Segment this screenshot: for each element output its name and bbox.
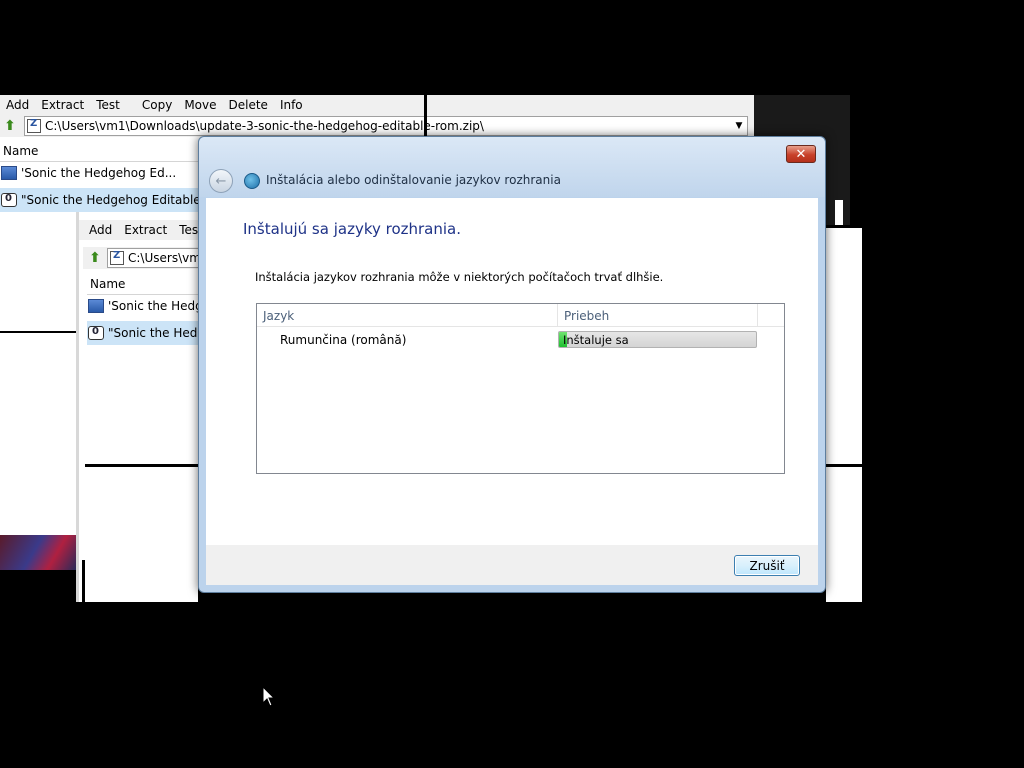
mouse-cursor-icon: [263, 687, 275, 707]
back-arrow-icon: ←: [215, 173, 227, 189]
list-header: Jazyk Priebeh: [257, 304, 784, 327]
install-progress-bar: Inštaluje sa: [558, 331, 757, 348]
close-button[interactable]: ✕: [786, 145, 816, 163]
background-window-panel: [826, 228, 862, 602]
menu-info[interactable]: Info: [274, 98, 309, 112]
up-arrow-icon[interactable]: ⬆: [87, 250, 103, 266]
file-row[interactable]: 'Sonic the Hedgehog Ed... 1: [0, 161, 200, 185]
back-button[interactable]: ←: [209, 169, 233, 193]
address-input[interactable]: C:\Users\vm1\Downloads\update-3-sonic-th…: [24, 116, 748, 136]
dialog-description: Inštalácia jazykov rozhrania môže v niek…: [255, 270, 664, 284]
file-row[interactable]: 'Sonic the Hedgeh: [87, 294, 198, 318]
language-name: Rumunčina (română): [280, 333, 407, 347]
dialog-titlebar: [199, 137, 825, 197]
zip-menu-bar-2: Add Extract Test: [79, 220, 198, 240]
address-input-2[interactable]: C:\Users\vm: [107, 248, 198, 268]
progress-status: Inštaluje sa: [563, 333, 629, 347]
up-arrow-icon[interactable]: ⬆: [2, 118, 18, 134]
file-row-selected[interactable]: "Sonic the Hedgehog Editable ROM: [0, 188, 200, 212]
column-header-name[interactable]: Name: [0, 140, 200, 162]
address-text: C:\Users\vm1\Downloads\update-3-sonic-th…: [45, 119, 484, 133]
chevron-down-icon[interactable]: ▼: [731, 121, 747, 131]
menu-move[interactable]: Move: [178, 98, 222, 112]
sonic-icon: [88, 326, 104, 340]
language-list[interactable]: Jazyk Priebeh Rumunčina (română) Inštalu…: [256, 303, 785, 474]
line-artifact: [85, 464, 198, 467]
dialog-heading: Inštalujú sa jazyky rozhrania.: [243, 220, 462, 238]
menu-add[interactable]: Add: [0, 98, 35, 112]
menu-extract[interactable]: Extract: [118, 223, 173, 237]
sonic-icon: [1, 193, 17, 207]
column-header-progress[interactable]: Priebeh: [558, 304, 758, 327]
menu-extract[interactable]: Extract: [35, 98, 90, 112]
line-artifact: [82, 560, 85, 602]
menu-test[interactable]: Test: [173, 223, 198, 237]
column-header-name-2[interactable]: Name: [87, 273, 198, 295]
image-thumbnail: [0, 535, 76, 570]
zip-icon: [110, 250, 124, 265]
dialog-content: Inštalujú sa jazyky rozhrania. Inštaláci…: [206, 198, 818, 545]
dialog-footer: Zrušiť: [206, 545, 818, 585]
zip-window-2: Add Extract Test ⬆ C:\Users\vm Name 'Son…: [76, 212, 198, 602]
dialog-title: Inštalácia alebo odinštalovanie jazykov …: [266, 173, 561, 187]
column-header-language[interactable]: Jazyk: [257, 304, 558, 327]
line-artifact: [0, 331, 76, 333]
line-artifact: [826, 464, 862, 467]
cancel-button[interactable]: Zrušiť: [734, 555, 800, 576]
close-icon: ✕: [795, 146, 807, 162]
menu-add[interactable]: Add: [83, 223, 118, 237]
address-bar-2: ⬆ C:\Users\vm: [83, 247, 198, 269]
line-artifact: [424, 95, 427, 137]
menu-test[interactable]: Test: [90, 98, 126, 112]
address-bar: ⬆ C:\Users\vm1\Downloads\update-3-sonic-…: [0, 115, 754, 137]
language-install-dialog: ✕ ← Inštalácia alebo odinštalovanie jazy…: [198, 136, 826, 593]
document-icon: [1, 166, 17, 180]
menu-delete[interactable]: Delete: [223, 98, 274, 112]
scrollbar-fragment: [835, 200, 843, 225]
globe-icon: [244, 173, 260, 189]
file-row-selected[interactable]: "Sonic the Hedgeh: [87, 321, 198, 345]
zip-menu-bar: Add Extract Test Copy Move Delete Info: [0, 95, 754, 115]
menu-copy[interactable]: Copy: [136, 98, 178, 112]
zip-icon: [27, 118, 41, 133]
document-icon: [88, 299, 104, 313]
